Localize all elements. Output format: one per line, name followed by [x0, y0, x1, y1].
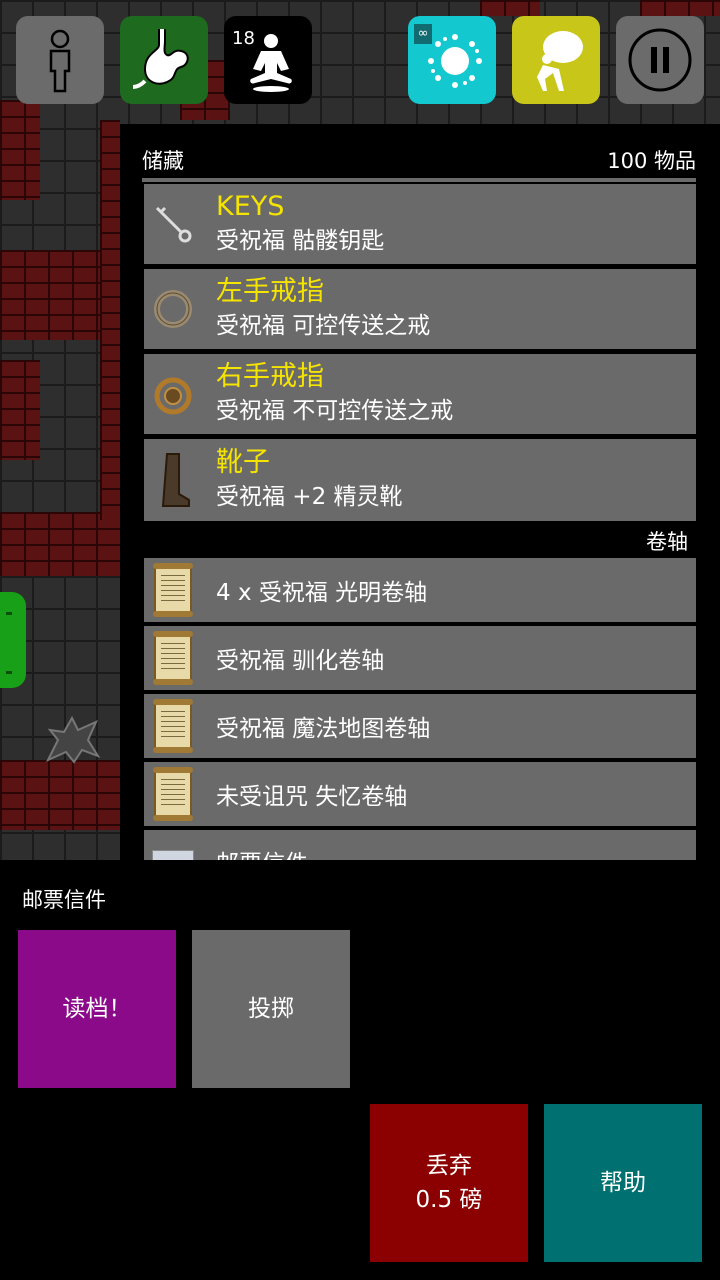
help-button[interactable]: 帮助 — [544, 1104, 702, 1262]
key-icon — [144, 184, 202, 264]
help-label: 帮助 — [600, 1170, 646, 1196]
inventory-item-scroll[interactable]: 4 x 受祝福 光明卷轴 — [144, 558, 696, 622]
item-name: 右手戒指 — [216, 361, 324, 392]
read-label: 读档！ — [62, 996, 132, 1022]
pause-button[interactable] — [616, 16, 704, 104]
brick-wall — [0, 360, 40, 460]
pause-icon — [628, 28, 692, 92]
brick-wall — [480, 0, 540, 16]
item-desc: 受祝福 不可控传送之戒 — [216, 398, 454, 424]
infinity-badge: ∞ — [414, 24, 432, 44]
brick-wall — [0, 512, 120, 576]
body-icon — [49, 29, 71, 93]
drop-label: 丢弃 — [426, 1153, 472, 1179]
jeweled-ring-icon — [144, 354, 202, 434]
meditation-button[interactable]: 18 — [224, 16, 312, 104]
inventory-item-boots[interactable]: 靴子 受祝福 +2 精灵靴 — [144, 439, 696, 521]
inventory-item-right-ring[interactable]: 右手戒指 受祝福 不可控传送之戒 — [144, 354, 696, 434]
brick-wall — [640, 0, 720, 16]
item-desc: 受祝福 可控传送之戒 — [216, 313, 431, 339]
ring-icon — [144, 269, 202, 349]
item-text: 未受诅咒 失忆卷轴 — [216, 784, 408, 810]
throw-label: 投掷 — [248, 996, 294, 1022]
meditation-count: 18 — [232, 28, 255, 49]
item-text: 受祝福 魔法地图卷轴 — [216, 716, 431, 742]
item-text: 受祝福 驯化卷轴 — [216, 648, 385, 674]
item-text: 邮票信件 — [216, 844, 696, 860]
item-name: 靴子 — [216, 447, 270, 478]
inventory-panel: 储藏 100 物品 KEYS 受祝福 骷髅钥匙 左手戒指 受祝福 可控传送之戒 — [120, 124, 720, 860]
hunger-button[interactable] — [120, 16, 208, 104]
loot-button[interactable] — [512, 16, 600, 104]
stomach-icon — [132, 29, 189, 89]
scroll-icon — [153, 631, 193, 685]
inventory-item-scroll[interactable]: 受祝福 魔法地图卷轴 — [144, 694, 696, 758]
drop-button[interactable]: 丢弃 0.5 磅 — [370, 1104, 528, 1262]
throw-button[interactable]: 投掷 — [192, 930, 350, 1088]
brick-wall — [0, 760, 120, 830]
inventory-count: 100 物品 — [607, 149, 696, 173]
character-button[interactable] — [16, 16, 104, 104]
inventory-item-letter[interactable]: 邮票信件 — [144, 830, 696, 860]
scroll-icon — [153, 563, 193, 617]
loot-sack-icon — [537, 31, 583, 91]
letter-icon — [152, 850, 194, 860]
side-drawer-handle[interactable] — [0, 592, 26, 688]
inventory-item-keys[interactable]: KEYS 受祝福 骷髅钥匙 — [144, 184, 696, 264]
inventory-title: 储藏 — [142, 149, 184, 173]
selected-item-title: 邮票信件 — [22, 888, 106, 912]
inventory-item-left-ring[interactable]: 左手戒指 受祝福 可控传送之戒 — [144, 269, 696, 349]
read-button[interactable]: 读档！ — [18, 930, 176, 1088]
drop-weight: 0.5 磅 — [415, 1187, 483, 1213]
item-text: 4 x 受祝福 光明卷轴 — [216, 580, 428, 606]
item-action-sheet: 邮票信件 读档！ 投掷 丢弃 0.5 磅 帮助 — [0, 860, 720, 1280]
brick-wall — [100, 120, 120, 520]
item-desc: 受祝福 +2 精灵靴 — [216, 484, 403, 510]
gargoyle-icon — [45, 715, 101, 764]
brick-wall — [0, 100, 40, 200]
section-label-scrolls: 卷轴 — [646, 530, 688, 554]
magic-button[interactable]: ∞ — [408, 16, 496, 104]
scroll-icon — [153, 767, 193, 821]
inventory-header: 储藏 100 物品 — [142, 144, 696, 182]
boot-icon — [144, 439, 202, 521]
inventory-item-scroll[interactable]: 受祝福 驯化卷轴 — [144, 626, 696, 690]
item-name: 左手戒指 — [216, 276, 324, 307]
inventory-item-scroll[interactable]: 未受诅咒 失忆卷轴 — [144, 762, 696, 826]
item-name: KEYS — [216, 191, 285, 222]
item-desc: 受祝福 骷髅钥匙 — [216, 228, 385, 254]
scroll-icon — [153, 699, 193, 753]
